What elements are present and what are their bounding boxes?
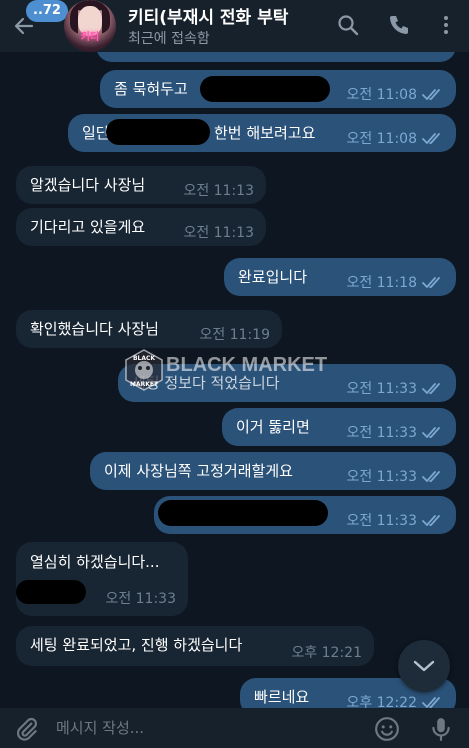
message-bubble-outgoing[interactable]: 이거 뚫리면 오전 11:33: [222, 408, 456, 446]
phone-icon[interactable]: [387, 13, 411, 37]
message-text: 좀 묵혀두고: [114, 80, 188, 98]
message-text: 확인했습니다 사장님: [30, 320, 159, 338]
message-time: 오후 12:21: [291, 645, 362, 661]
message-bubble-incoming[interactable]: 세팅 완료되었고, 진행 하겠습니다 오후 12:21: [16, 626, 374, 666]
message-text: 이제 사장님쪽 고정거래할게요: [104, 462, 293, 480]
message-text: 열심히 하겠습니다...: [30, 553, 160, 571]
read-double-check-icon: [422, 471, 440, 483]
message-list[interactable]: 좀 묵혀두고 오전 11:08 일단 한번 해보려고요 오전 11:08 알겠습…: [0, 24, 469, 716]
message-time: 오전 11:33: [346, 381, 417, 397]
chat-header: ..72 키티 키티(부재시 전화 부탁 최근에 접속함: [0, 0, 469, 52]
message-time: 오전 11:13: [183, 225, 254, 241]
unread-count-badge[interactable]: ..72: [26, 0, 68, 22]
read-double-check-icon: [422, 277, 440, 289]
message-text-after: 한번 해보려고요: [214, 124, 316, 142]
message-composer: [0, 708, 469, 748]
message-meta: 오전 11:08: [346, 86, 444, 104]
message-meta: 오후 12:21: [291, 644, 362, 662]
redaction-block: [106, 119, 210, 145]
message-bubble-incoming[interactable]: 확인했습니다 사장님 오전 11:19: [16, 310, 282, 348]
redaction-block: [158, 500, 328, 526]
message-text: 기다리고 있을게요: [30, 218, 146, 236]
message-bubble-outgoing[interactable]: 세팅 정보다 적었습니다 오전 11:33: [118, 364, 456, 402]
redaction-block: [200, 76, 330, 102]
emoji-icon[interactable]: [374, 716, 400, 742]
message-time: 오전 11:33: [346, 469, 417, 485]
message-bubble-incoming[interactable]: 기다리고 있을게요 오전 11:13: [16, 208, 266, 246]
message-bubble-outgoing[interactable]: 좀 묵혀두고 오전 11:08: [100, 70, 456, 108]
message-bubble-outgoing[interactable]: 일단 한번 해보려고요 오전 11:08: [68, 114, 456, 152]
message-time: 오전 11:08: [346, 131, 417, 147]
search-icon[interactable]: [336, 13, 360, 37]
chat-title[interactable]: 키티(부재시 전화 부탁: [128, 3, 318, 28]
message-time: 오전 11:33: [346, 513, 417, 529]
message-meta: 오전 11:33: [346, 380, 444, 398]
read-double-check-icon: [422, 89, 440, 101]
message-text: 완료입니다: [238, 268, 308, 286]
message-meta: 오전 11:19: [199, 326, 270, 344]
last-seen-status: 최근에 접속함: [128, 31, 210, 47]
message-text: 알겠습니다 사장님: [30, 176, 146, 194]
message-time: 오전 11:18: [346, 275, 417, 291]
message-time: 오전 11:08: [346, 87, 417, 103]
microphone-icon[interactable]: [428, 716, 454, 742]
message-meta: 오전 11:18: [346, 274, 444, 292]
message-meta: 오전 11:33: [346, 424, 444, 442]
message-text: 빠르네요: [254, 688, 310, 706]
message-bubble-outgoing[interactable]: 완료입니다 오전 11:18: [224, 258, 456, 296]
message-time: 오전 11:13: [183, 183, 254, 199]
message-meta: 오전 11:33: [346, 512, 444, 530]
message-bubble-outgoing[interactable]: 오전 11:33: [154, 496, 456, 534]
avatar[interactable]: 키티: [64, 0, 116, 52]
message-meta: 오전 11:13: [183, 182, 254, 200]
message-time: 오전 11:19: [199, 327, 270, 343]
message-time: 오전 11:33: [105, 591, 176, 607]
message-bubble-incoming[interactable]: 열심히 하겠습니다... 오전 11:33: [16, 542, 188, 616]
message-bubble-outgoing[interactable]: 이제 사장님쪽 고정거래할게요 오전 11:33: [90, 452, 456, 490]
message-text: 세팅 완료되었고, 진행 하겠습니다: [30, 636, 243, 654]
redaction-block: [16, 580, 86, 604]
read-double-check-icon: [422, 515, 440, 527]
paperclip-icon[interactable]: [14, 716, 40, 742]
more-vertical-icon[interactable]: [434, 13, 458, 37]
message-meta: 오전 11:13: [183, 224, 254, 242]
chevron-down-icon: [413, 660, 435, 672]
message-text: 세팅 정보다 적었습니다: [132, 374, 280, 392]
message-text: 이거 뚫리면: [236, 418, 310, 436]
message-time: 오전 11:33: [346, 425, 417, 441]
read-double-check-icon: [422, 383, 440, 395]
read-double-check-icon: [422, 427, 440, 439]
message-meta: 오전 11:08: [346, 130, 444, 148]
message-meta: 오전 11:33: [105, 590, 176, 608]
read-double-check-icon: [422, 133, 440, 145]
avatar-logo-text: 키티: [80, 32, 100, 43]
scroll-to-bottom-button[interactable]: [398, 640, 450, 692]
message-meta: 오전 11:33: [346, 468, 444, 486]
message-bubble-incoming[interactable]: 알겠습니다 사장님 오전 11:13: [16, 166, 266, 204]
message-input[interactable]: [56, 716, 356, 740]
